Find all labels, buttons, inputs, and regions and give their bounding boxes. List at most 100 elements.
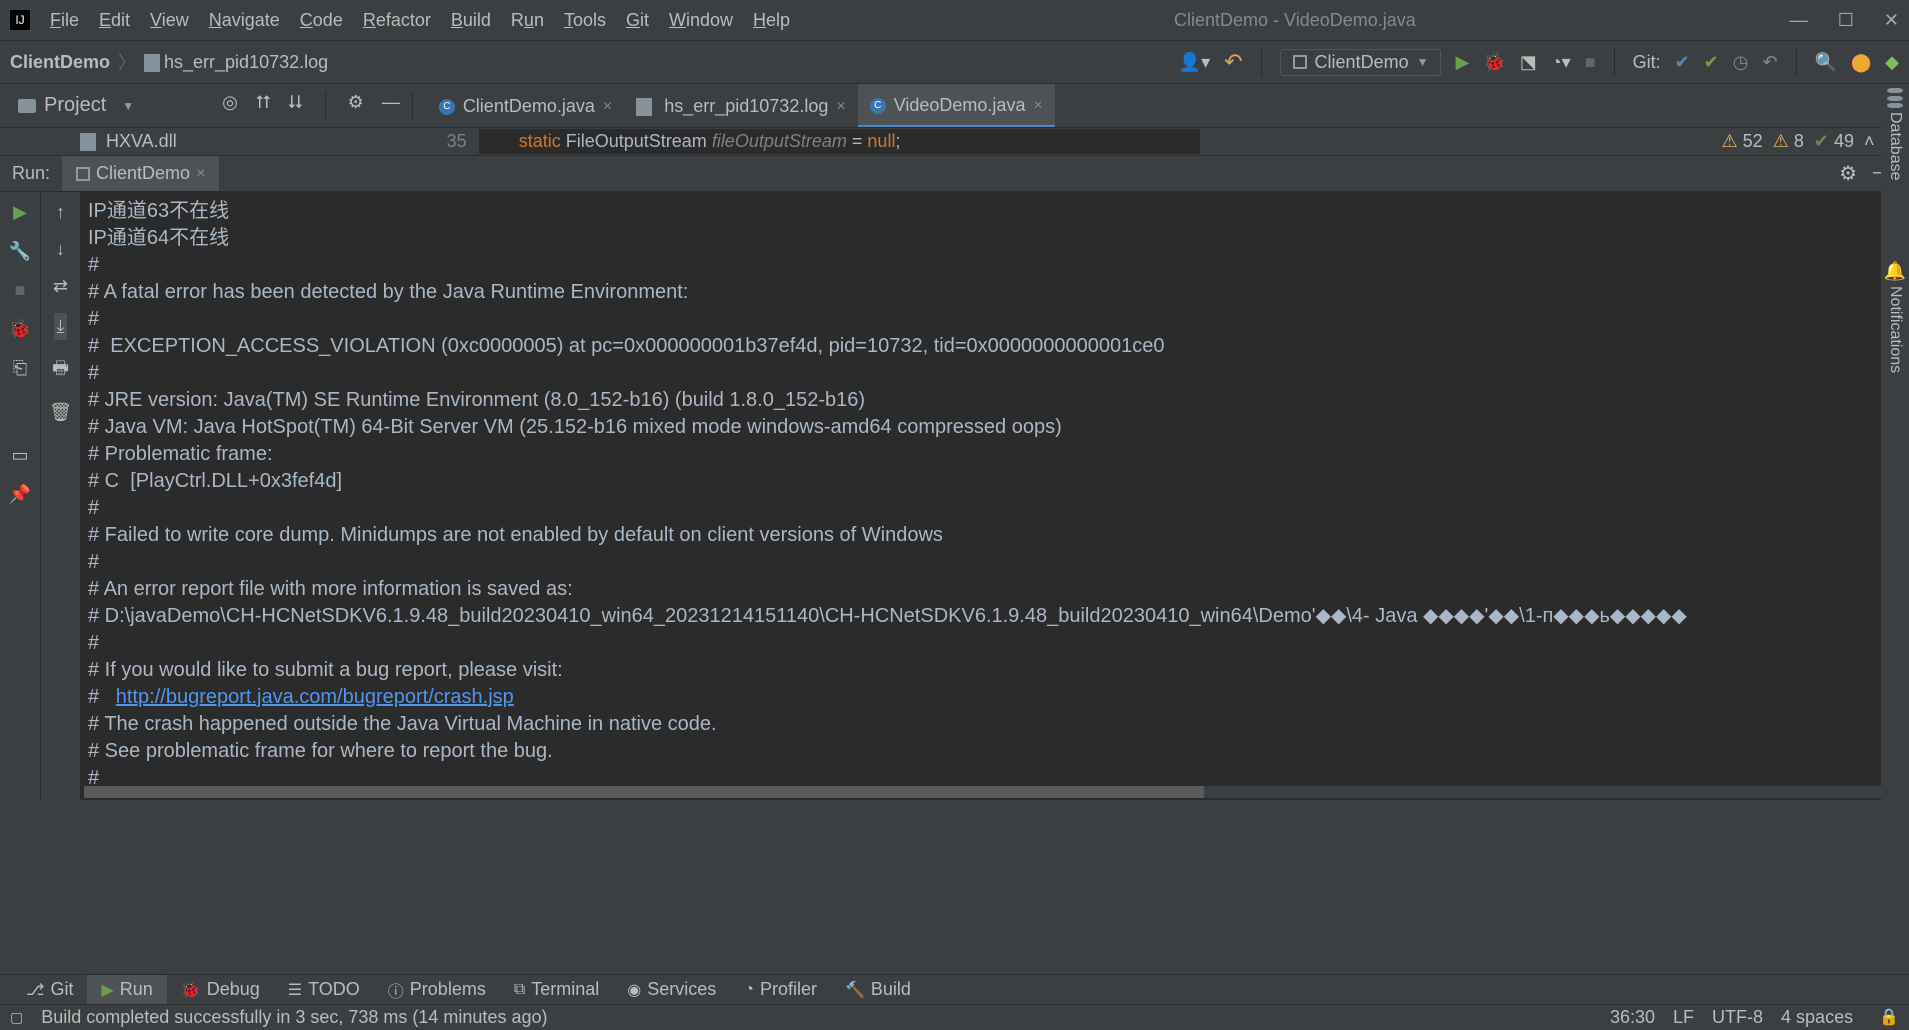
gear-icon[interactable]: ⚙ xyxy=(348,92,364,120)
errors-badge[interactable]: ⚠ 8 xyxy=(1773,131,1804,152)
select-opened-file-icon[interactable]: ◎ xyxy=(222,92,238,120)
bottom-tab-debug[interactable]: 🐞Debug xyxy=(167,975,274,1004)
gear-icon[interactable]: ⚙ xyxy=(1839,161,1857,186)
ok-badge[interactable]: ✔ 49 xyxy=(1814,131,1854,152)
indent-config[interactable]: 4 spaces xyxy=(1781,1007,1853,1028)
wrench-icon[interactable]: 🔧 xyxy=(9,241,31,262)
coverage-icon[interactable]: ⬔ xyxy=(1520,52,1537,73)
menu-build[interactable]: Build xyxy=(441,10,501,31)
project-panel-tab[interactable]: Project ▼ xyxy=(0,94,152,117)
file-icon xyxy=(80,133,96,151)
line-separator[interactable]: LF xyxy=(1673,1007,1694,1028)
database-panel-button[interactable]: Database xyxy=(1886,88,1904,181)
run-config-icon xyxy=(1293,55,1307,69)
tab-videodemo[interactable]: C VideoDemo.java × xyxy=(858,84,1055,127)
run-label: Run: xyxy=(0,163,62,184)
bottom-tab-git[interactable]: ⎇Git xyxy=(12,975,87,1004)
console-output[interactable]: IP通道63不在线IP通道64不在线## A fatal error has b… xyxy=(80,192,1909,800)
add-user-icon[interactable]: 👤▾ xyxy=(1179,52,1210,73)
console-line: # If you would like to submit a bug repo… xyxy=(88,657,1909,684)
close-tab-icon[interactable]: × xyxy=(1033,97,1042,115)
pin-icon[interactable]: 📌 xyxy=(9,484,31,505)
breadcrumb-project[interactable]: ClientDemo xyxy=(10,52,110,73)
menu-view[interactable]: View xyxy=(140,10,199,31)
menu-git[interactable]: Git xyxy=(616,10,659,31)
run-tab-clientdemo[interactable]: ClientDemo × xyxy=(62,156,219,191)
scroll-to-end-icon[interactable]: ⤓ xyxy=(54,313,68,340)
bottom-tab-terminal[interactable]: ⧉Terminal xyxy=(500,975,613,1004)
bottom-tab-run[interactable]: ▶Run xyxy=(87,975,166,1004)
print-icon[interactable]: 🖶 xyxy=(52,356,69,386)
warnings-badge[interactable]: ⚠ 52 xyxy=(1721,131,1762,152)
lock-icon[interactable]: 🔒 xyxy=(1879,1007,1899,1028)
soft-wrap-icon[interactable]: ⇄ xyxy=(53,276,68,297)
collapse-all-icon[interactable]: ⮇ xyxy=(288,92,302,120)
console-line: # xyxy=(88,306,1909,333)
minimize-button[interactable]: — xyxy=(1790,10,1808,31)
maximize-button[interactable]: ☐ xyxy=(1838,10,1854,31)
menu-edit[interactable]: Edit xyxy=(89,10,140,31)
debug-icon[interactable]: 🐞 xyxy=(1483,52,1505,73)
close-button[interactable]: ✕ xyxy=(1884,10,1899,31)
dump-threads-icon[interactable]: 🐞 xyxy=(9,319,31,340)
breadcrumb-file[interactable]: hs_err_pid10732.log xyxy=(144,52,328,73)
search-icon[interactable]: 🔍 xyxy=(1815,52,1837,73)
ide-logo-icon[interactable]: ◆ xyxy=(1885,52,1899,73)
titlebar: IJ File Edit View Navigate Code Refactor… xyxy=(0,0,1909,40)
notifications-panel-button[interactable]: 🔔 Notifications xyxy=(1884,261,1906,373)
git-push-icon[interactable]: ✔ xyxy=(1704,52,1719,73)
profile-icon[interactable]: ◔▾ xyxy=(1551,52,1571,73)
exit-icon[interactable]: ⎗ xyxy=(13,358,27,379)
run-icon: ▶ xyxy=(101,980,113,1000)
tab-hserrlog[interactable]: hs_err_pid10732.log × xyxy=(624,84,857,127)
menu-navigate[interactable]: Navigate xyxy=(199,10,290,31)
bottom-tab-services[interactable]: ◉Services xyxy=(613,975,730,1004)
app-logo: IJ xyxy=(10,10,30,30)
layout-icon[interactable]: ▭ xyxy=(11,445,28,466)
project-tree-item[interactable]: HXVA.dll xyxy=(0,131,177,152)
chevron-up-icon[interactable]: ˄ xyxy=(1864,131,1875,152)
git-commit-icon[interactable]: ✔ xyxy=(1675,52,1690,73)
rerun-icon[interactable]: ▶ xyxy=(13,202,27,223)
up-arrow-icon[interactable]: ↑ xyxy=(56,202,65,223)
run-left-toolbar: ▶ 🔧 ■ 🐞 ⎗ ▭ 📌 xyxy=(0,192,40,800)
bottom-tab-todo[interactable]: ☰TODO xyxy=(274,975,374,1004)
git-revert-icon[interactable]: ↶ xyxy=(1762,52,1777,73)
scrollbar-horizontal-thumb[interactable] xyxy=(84,786,1204,798)
menu-window[interactable]: Window xyxy=(659,10,743,31)
run-config-dropdown[interactable]: ClientDemo ▼ xyxy=(1280,49,1442,76)
git-history-icon[interactable]: ◷ xyxy=(1733,52,1749,73)
close-tab-icon[interactable]: × xyxy=(603,98,612,116)
folder-icon xyxy=(18,99,36,113)
problems-icon: ⓘ xyxy=(388,978,404,1002)
file-encoding[interactable]: UTF-8 xyxy=(1712,1007,1763,1028)
menu-file[interactable]: File xyxy=(40,10,89,31)
terminal-icon: ⧉ xyxy=(514,981,525,999)
run-tool-window: ▶ 🔧 ■ 🐞 ⎗ ▭ 📌 ↑ ↓ ⇄ ⤓ 🖶 🗑 IP通道63不在线IP通道6… xyxy=(0,192,1909,800)
back-arrow-icon[interactable]: ↶ xyxy=(1224,49,1242,75)
stop-icon[interactable]: ■ xyxy=(15,280,26,301)
ide-update-icon[interactable]: ⬤ xyxy=(1851,52,1871,73)
tab-clientdemo[interactable]: C ClientDemo.java × xyxy=(427,84,624,127)
down-arrow-icon[interactable]: ↓ xyxy=(56,239,65,260)
close-tab-icon[interactable]: × xyxy=(836,98,845,116)
run-icon[interactable]: ▶ xyxy=(1455,52,1469,73)
bugreport-link[interactable]: http://bugreport.java.com/bugreport/cras… xyxy=(116,686,514,708)
java-class-icon: C xyxy=(870,98,886,114)
console-line: IP通道64不在线 xyxy=(88,225,1909,252)
bottom-tab-problems[interactable]: ⓘProblems xyxy=(374,975,500,1004)
menu-refactor[interactable]: Refactor xyxy=(353,10,441,31)
menu-run[interactable]: Run xyxy=(501,10,554,31)
bottom-tab-build[interactable]: 🔨Build xyxy=(831,975,925,1004)
menu-help[interactable]: Help xyxy=(743,10,800,31)
tool-windows-icon[interactable]: ▢ xyxy=(10,1009,23,1026)
hide-icon[interactable]: — xyxy=(382,92,400,120)
stop-icon[interactable]: ■ xyxy=(1585,52,1596,73)
bottom-tab-profiler[interactable]: ◔Profiler xyxy=(730,975,831,1004)
expand-all-icon[interactable]: ⮅ xyxy=(256,92,270,120)
caret-position[interactable]: 36:30 xyxy=(1610,1007,1655,1028)
menu-code[interactable]: Code xyxy=(290,10,353,31)
trash-icon[interactable]: 🗑 xyxy=(49,402,72,423)
menu-tools[interactable]: Tools xyxy=(554,10,616,31)
close-tab-icon[interactable]: × xyxy=(196,165,205,183)
